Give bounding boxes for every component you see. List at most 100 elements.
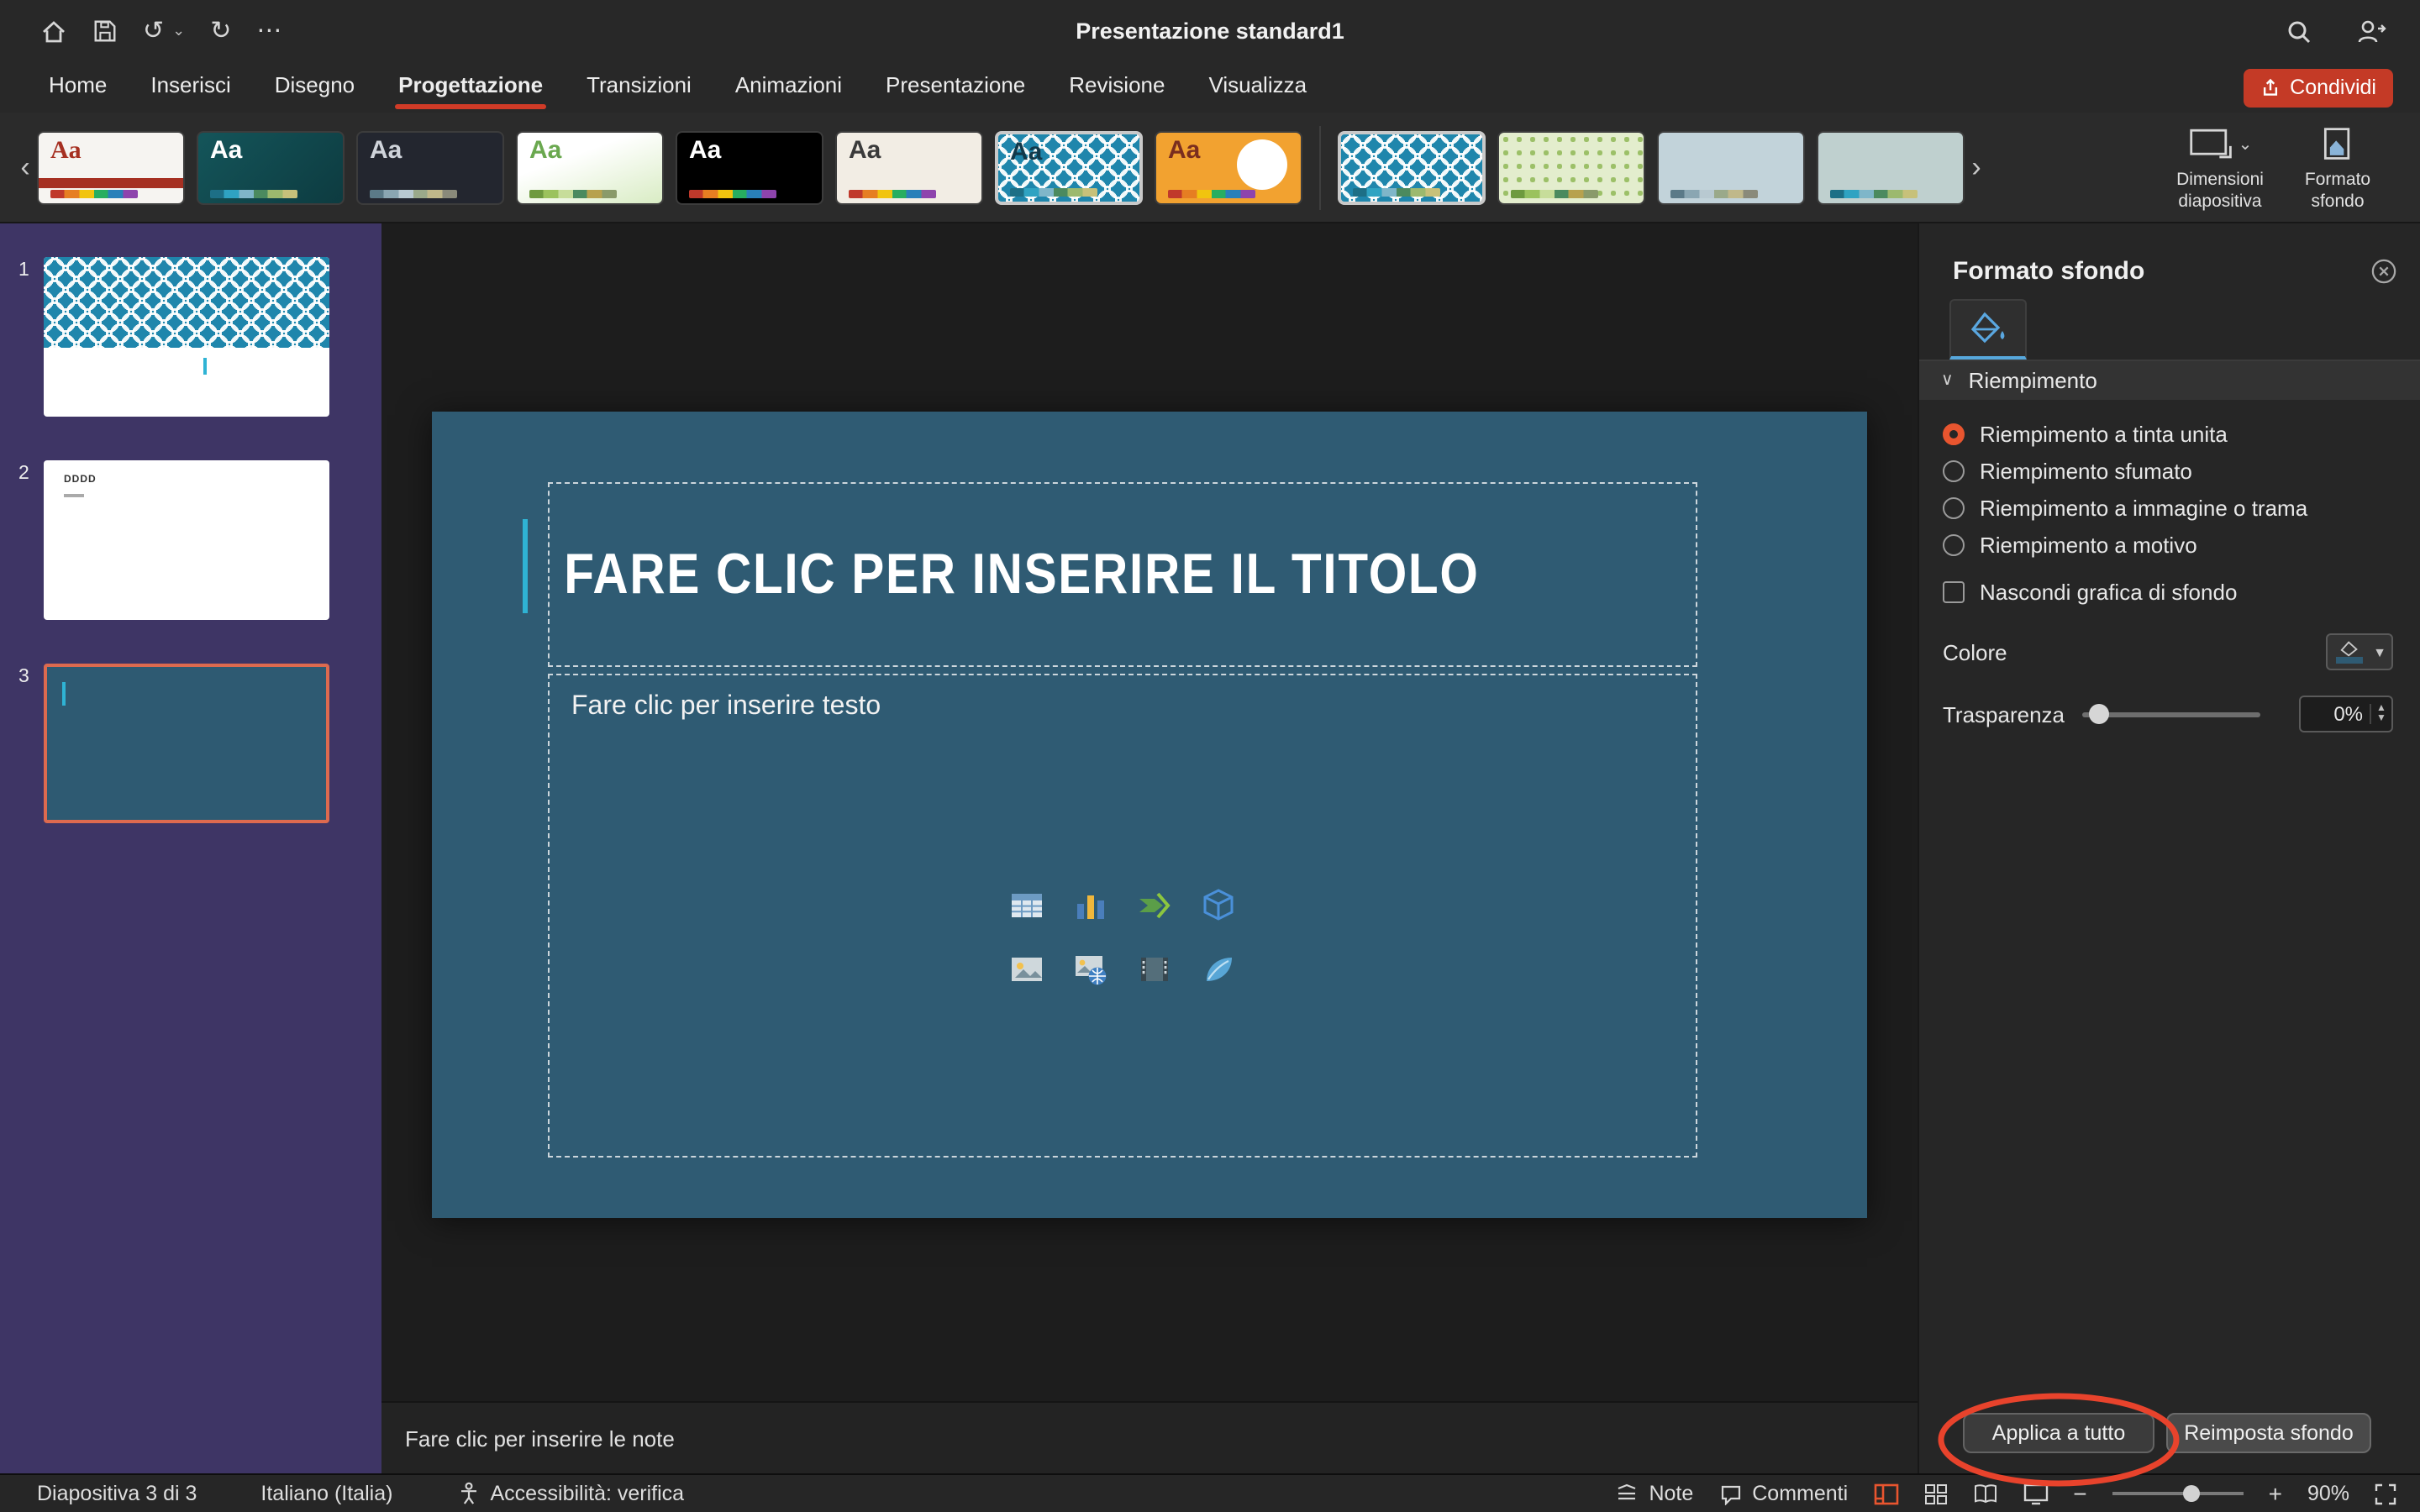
gallery-prev-icon[interactable]: ‹ — [13, 153, 37, 181]
slide-row-3: 3 — [0, 664, 381, 823]
slide-canvas[interactable]: FARE CLIC PER INSERIRE IL TITOLO Fare cl… — [432, 412, 1867, 1218]
transparency-slider-knob[interactable] — [2088, 704, 2108, 724]
transparency-steppers[interactable]: ▲ ▼ — [2370, 704, 2391, 724]
variant-thumbnail-1-selected[interactable] — [1338, 130, 1486, 204]
panel-close-icon[interactable] — [2371, 259, 2396, 284]
content-placeholder-text: Fare clic per inserire testo — [571, 692, 881, 722]
gallery-next-icon[interactable]: › — [1965, 153, 1988, 181]
notes-toggle[interactable]: Note — [1615, 1482, 1693, 1505]
fill-section-header[interactable]: ∨ Riempimento — [1919, 361, 2420, 400]
titlebar: ↺ ⌄ ↻ ⋯ Presentazione standard1 — [0, 0, 2420, 62]
language-selector[interactable]: Italiano (Italia) — [260, 1482, 392, 1505]
insert-video-icon[interactable] — [1123, 937, 1186, 1001]
zoom-in-icon[interactable]: + — [2269, 1480, 2282, 1507]
content-placeholder[interactable]: Fare clic per inserire testo — [548, 674, 1697, 1158]
redo-icon[interactable]: ↻ — [210, 18, 231, 44]
stepper-up-icon[interactable]: ▲ — [2376, 704, 2386, 714]
hide-background-graphics[interactable]: Nascondi grafica di sfondo — [1919, 573, 2420, 610]
transparency-slider[interactable] — [2081, 702, 2260, 726]
transparency-value-spinner[interactable]: 0% ▲ ▼ — [2299, 696, 2393, 732]
fit-to-window-icon[interactable] — [2375, 1483, 2396, 1504]
normal-view-icon[interactable] — [1873, 1483, 1898, 1504]
radio[interactable] — [1943, 459, 1965, 481]
transparency-value: 0% — [2301, 702, 2370, 726]
slideshow-view-icon[interactable] — [2023, 1483, 2048, 1504]
radio[interactable] — [1943, 533, 1965, 555]
reset-background-button[interactable]: Reimposta sfondo — [2166, 1413, 2371, 1453]
theme-thumbnail-7-selected[interactable]: Aa — [995, 130, 1143, 204]
variant-gallery — [1338, 130, 1965, 204]
theme-thumbnail-6[interactable]: Aa — [835, 130, 983, 204]
theme-thumbnail-8[interactable]: Aa — [1155, 130, 1302, 204]
fill-option-solid[interactable]: Riempimento a tinta unita — [1919, 415, 2420, 452]
format-background-button[interactable]: Formato sfondo — [2282, 123, 2393, 211]
zoom-slider[interactable] — [2112, 1483, 2244, 1504]
tab-inserisci[interactable]: Inserisci — [129, 62, 252, 113]
fill-tab[interactable] — [1949, 299, 2027, 360]
accessibility-checker[interactable]: Accessibilità: verifica — [456, 1482, 684, 1505]
checkbox[interactable] — [1943, 580, 1965, 602]
slide-thumbnail-1[interactable] — [44, 257, 329, 417]
fill-option-label: Riempimento a tinta unita — [1980, 421, 2228, 446]
theme-thumbnail-1[interactable]: Aa — [37, 130, 185, 204]
paint-bucket-icon — [1968, 310, 2008, 347]
share-account-icon[interactable] — [2356, 18, 2386, 45]
apply-to-all-button[interactable]: Applica a tutto — [1963, 1413, 2154, 1453]
fill-color-picker[interactable]: ▼ — [2326, 633, 2393, 670]
radio[interactable] — [1943, 496, 1965, 518]
insert-chart-icon[interactable] — [1059, 874, 1123, 937]
comments-toggle[interactable]: Commenti — [1718, 1482, 1848, 1505]
radio-selected[interactable] — [1943, 423, 1965, 444]
save-icon[interactable] — [92, 18, 118, 44]
tab-disegno[interactable]: Disegno — [253, 62, 376, 113]
tab-animazioni[interactable]: Animazioni — [713, 62, 864, 113]
tab-visualizza[interactable]: Visualizza — [1186, 62, 1328, 113]
ribbon-tabs: Home Inserisci Disegno Progettazione Tra… — [0, 62, 2420, 113]
tab-transizioni[interactable]: Transizioni — [565, 62, 713, 113]
zoom-slider-knob[interactable] — [2183, 1485, 2200, 1502]
reading-view-icon[interactable] — [1972, 1483, 1997, 1504]
more-commands-icon[interactable]: ⋯ — [256, 18, 281, 44]
fill-option-gradient[interactable]: Riempimento sfumato — [1919, 452, 2420, 489]
current-color-bar — [2336, 657, 2363, 664]
slide-2-title-text: DDDD — [64, 475, 97, 486]
notes-pane[interactable]: Fare clic per inserire le note — [381, 1401, 1918, 1473]
slide-sorter-view-icon[interactable] — [1923, 1483, 1947, 1504]
variant-thumbnail-3[interactable] — [1657, 130, 1805, 204]
stepper-down-icon[interactable]: ▼ — [2376, 714, 2386, 724]
theme-thumbnail-5[interactable]: Aa — [676, 130, 823, 204]
fill-section-label: Riempimento — [1969, 368, 2097, 393]
zoom-percentage[interactable]: 90% — [2307, 1482, 2349, 1505]
insert-online-picture-icon[interactable] — [1059, 937, 1123, 1001]
theme-thumbnail-4[interactable]: Aa — [516, 130, 664, 204]
tab-progettazione[interactable]: Progettazione — [376, 62, 565, 113]
title-placeholder[interactable]: FARE CLIC PER INSERIRE IL TITOLO — [548, 482, 1697, 667]
slide-thumbnail-2[interactable]: DDDD — [44, 460, 329, 620]
condividi-button[interactable]: Condividi — [2243, 68, 2393, 107]
search-icon[interactable] — [2286, 18, 2312, 45]
slide-thumbnail-3-selected[interactable] — [44, 664, 329, 823]
insert-table-icon[interactable] — [995, 874, 1059, 937]
zoom-out-icon[interactable]: − — [2073, 1480, 2086, 1507]
theme-thumbnail-2[interactable]: Aa — [197, 130, 345, 204]
slide-size-button[interactable]: ⌄ Dimensioni diapositiva — [2165, 123, 2275, 211]
insert-3d-model-icon[interactable] — [1186, 874, 1250, 937]
fill-option-pattern[interactable]: Riempimento a motivo — [1919, 526, 2420, 563]
undo-icon[interactable]: ↺ — [143, 18, 164, 44]
tab-revisione[interactable]: Revisione — [1047, 62, 1186, 113]
theme-thumbnail-3[interactable]: Aa — [356, 130, 504, 204]
insert-stock-icons-icon[interactable] — [1186, 937, 1250, 1001]
fill-option-label: Riempimento a immagine o trama — [1980, 495, 2307, 520]
insert-picture-icon[interactable] — [995, 937, 1059, 1001]
undo-dropdown-icon[interactable]: ⌄ — [172, 22, 185, 40]
insert-smartart-icon[interactable] — [1123, 874, 1186, 937]
fill-option-picture[interactable]: Riempimento a immagine o trama — [1919, 489, 2420, 526]
slide-thumbnails-panel: 1 2 DDDD 3 — [0, 223, 381, 1473]
home-icon[interactable] — [40, 18, 67, 45]
slide-number: 1 — [0, 257, 44, 417]
variant-thumbnail-2[interactable] — [1497, 130, 1645, 204]
tab-presentazione[interactable]: Presentazione — [864, 62, 1047, 113]
tab-home[interactable]: Home — [27, 62, 129, 113]
variant-thumbnail-4[interactable] — [1817, 130, 1965, 204]
comments-icon — [1718, 1483, 1742, 1504]
